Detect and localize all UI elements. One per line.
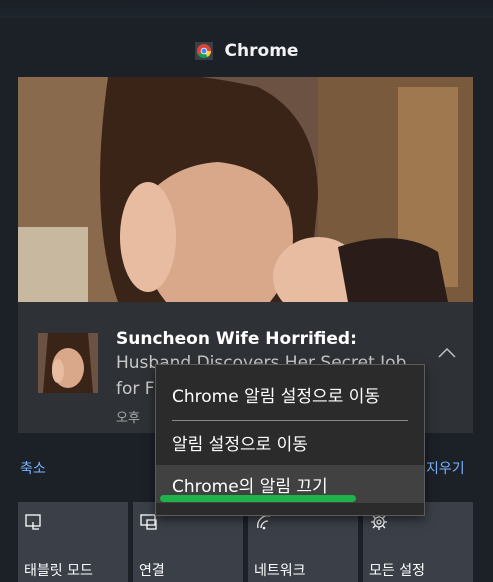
tile-label: 태블릿 모드 <box>24 563 93 579</box>
top-strip <box>0 0 493 18</box>
context-menu: Chrome 알림 설정으로 이동 알림 설정으로 이동 Chrome의 알림 … <box>155 364 425 516</box>
notification-hero-image <box>18 77 473 302</box>
notification-time: 오후 <box>116 411 140 426</box>
notification-app-header: Chrome <box>0 36 493 66</box>
menu-separator <box>172 420 408 421</box>
notification-thumbnail <box>38 333 98 393</box>
tile-tablet-mode[interactable]: 태블릿 모드 <box>18 502 128 582</box>
menu-item-chrome-notification-settings[interactable]: Chrome 알림 설정으로 이동 <box>156 375 424 413</box>
menu-item-notification-settings[interactable]: 알림 설정으로 이동 <box>156 423 424 461</box>
tile-label: 연결 <box>139 563 165 579</box>
expand-toggle[interactable] <box>434 342 460 364</box>
chevron-up-icon <box>438 348 456 358</box>
app-name: Chrome <box>224 41 299 61</box>
clear-all-button[interactable]: 지우기 <box>426 458 465 478</box>
tablet-mode-icon <box>25 514 41 530</box>
tile-label: 모든 설정 <box>369 563 425 579</box>
highlight-underline <box>160 495 356 502</box>
notification-title: Suncheon Wife Horrified: <box>116 329 357 349</box>
chrome-icon <box>194 42 213 60</box>
collapse-button[interactable]: 축소 <box>20 458 46 478</box>
tile-label: 네트워크 <box>254 563 306 579</box>
